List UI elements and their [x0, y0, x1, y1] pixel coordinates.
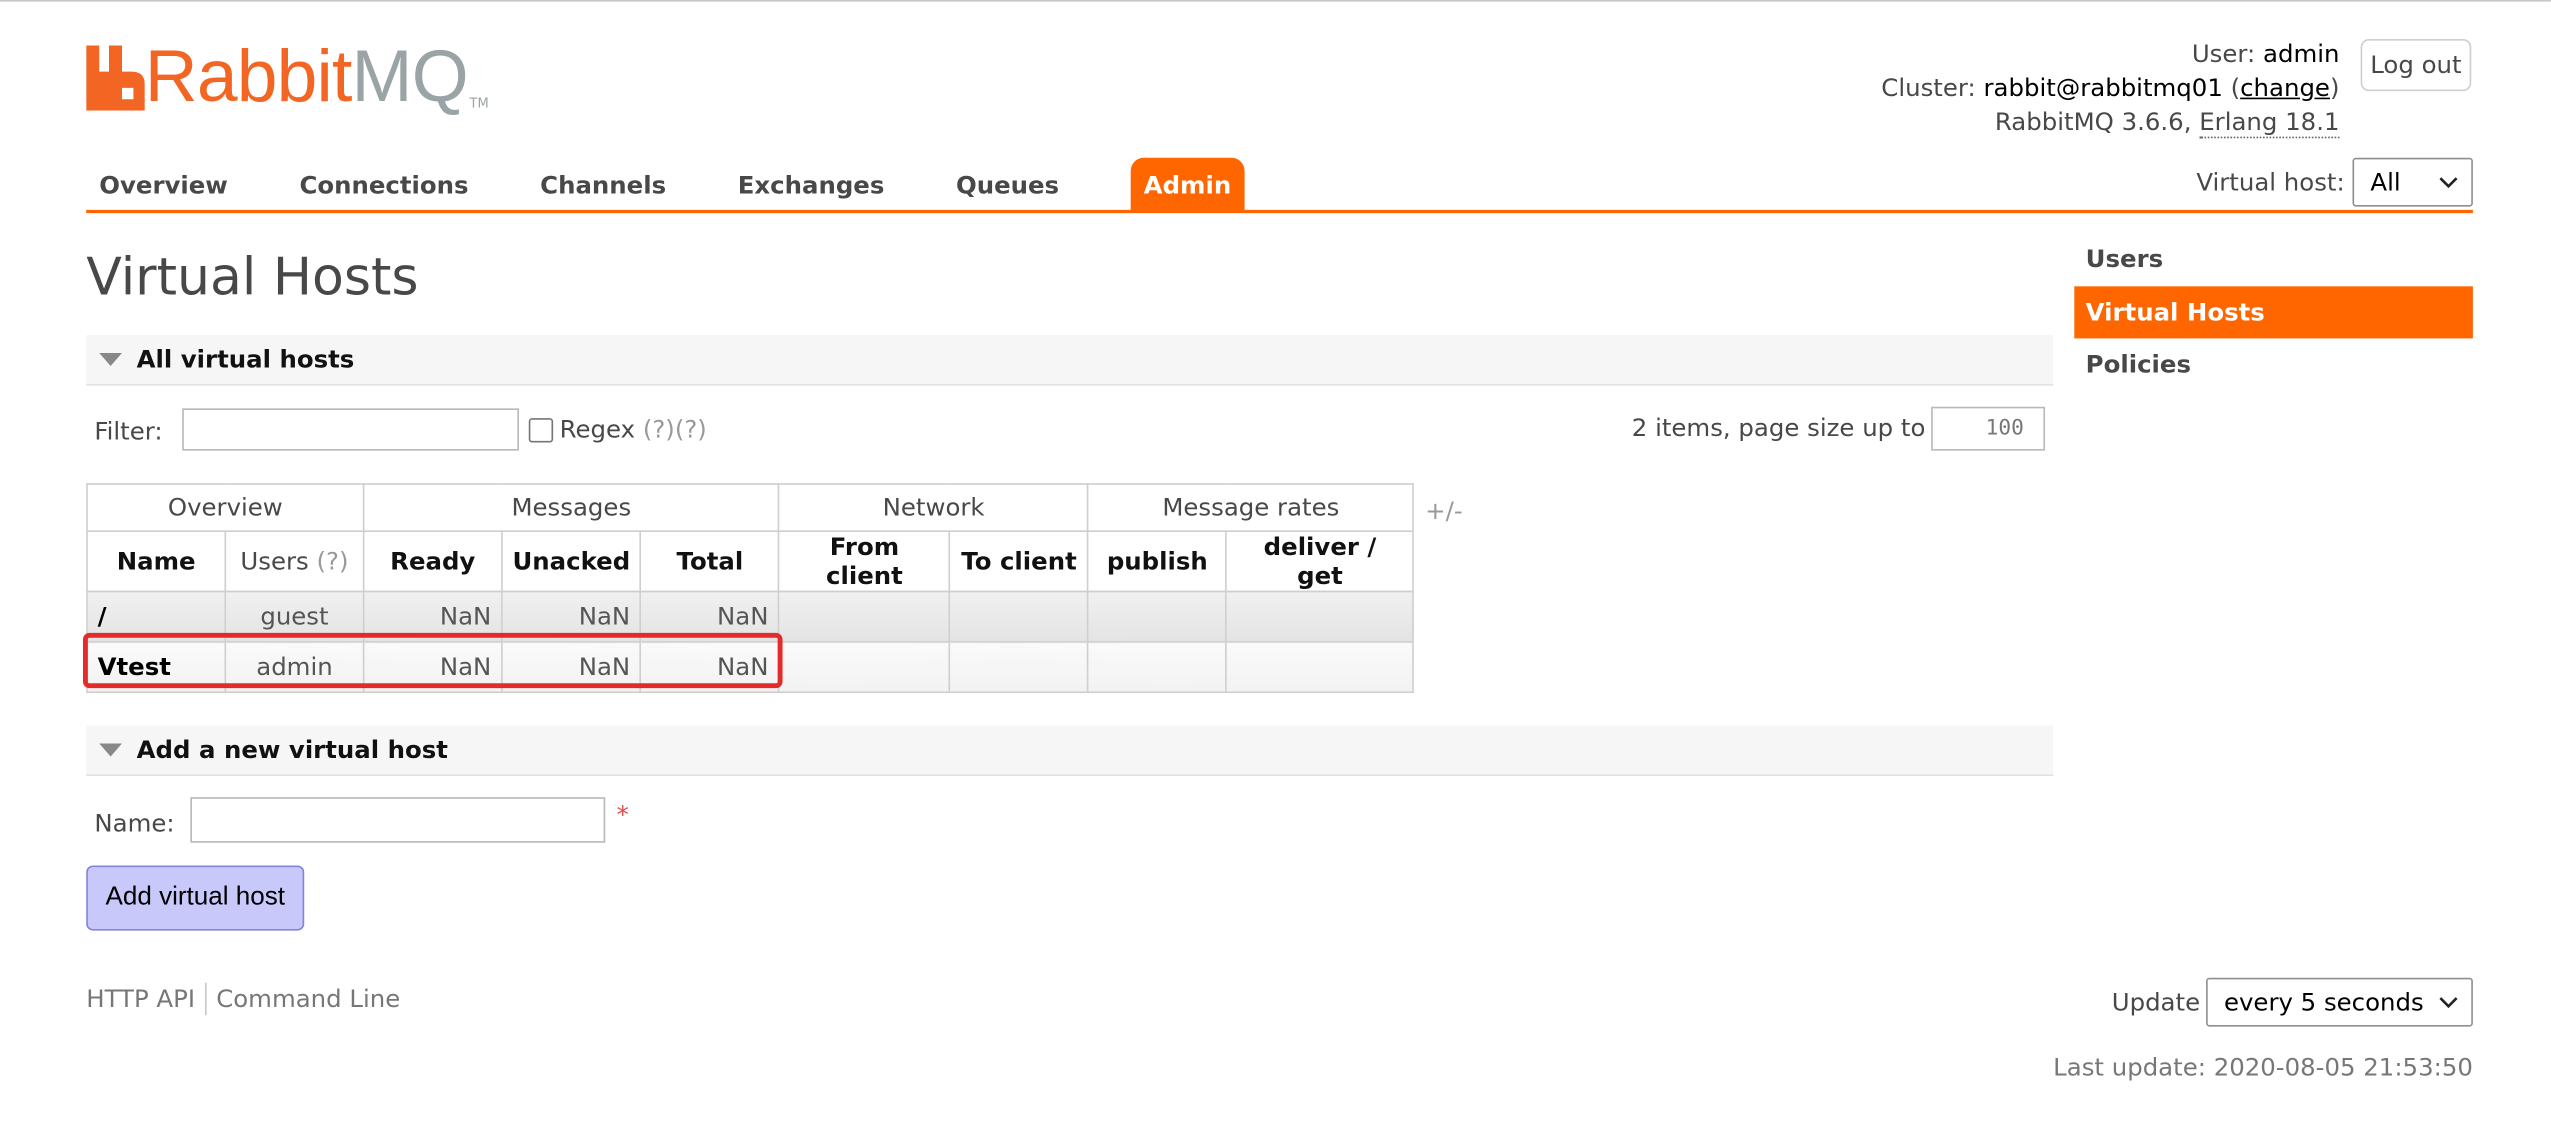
- col-publish: publish: [1087, 530, 1228, 593]
- table-group-header: Overview Messages Network Message rates: [86, 483, 1415, 532]
- col-ready: Ready: [362, 530, 503, 593]
- tab-queues[interactable]: Queues: [943, 158, 1072, 212]
- command-line-link[interactable]: Command Line: [216, 984, 400, 1013]
- sidebar-item-virtual-hosts[interactable]: Virtual Hosts: [2074, 286, 2473, 339]
- footer-divider: [204, 982, 207, 1016]
- virtual-host-select[interactable]: All: [2352, 157, 2473, 207]
- section-title: All virtual hosts: [136, 344, 355, 375]
- col-users: Users (?): [224, 530, 365, 593]
- section-title: Add a new virtual host: [136, 735, 448, 765]
- all-virtual-hosts-section-header[interactable]: All virtual hosts: [86, 335, 2054, 386]
- col-users-label: Users: [240, 546, 309, 576]
- tab-exchanges[interactable]: Exchanges: [725, 158, 898, 212]
- filter-input[interactable]: [182, 408, 519, 451]
- regex-label: Regex (?)(?): [560, 415, 707, 444]
- triangle-down-icon: [99, 353, 123, 367]
- page-size-input[interactable]: 100: [1931, 406, 2046, 451]
- user-name: admin: [2263, 39, 2340, 69]
- sidebar-item-policies[interactable]: Policies: [2074, 338, 2473, 390]
- tab-overview[interactable]: Overview: [86, 158, 241, 212]
- group-messages: Messages: [362, 483, 780, 532]
- rabbitmq-logo: RabbitMQ TM: [86, 39, 489, 113]
- col-total: Total: [639, 530, 780, 593]
- update-interval-value: every 5 seconds: [2223, 987, 2424, 1017]
- col-name[interactable]: Name: [86, 530, 227, 593]
- tab-connections[interactable]: Connections: [286, 158, 481, 212]
- nav-underline: [86, 209, 2473, 214]
- add-virtual-host-section-header[interactable]: Add a new virtual host: [86, 725, 2054, 777]
- tab-admin[interactable]: Admin: [1130, 157, 1245, 212]
- vhost-from-client: [778, 640, 951, 694]
- user-label: User:: [2191, 39, 2256, 69]
- chevron-down-icon: [2439, 997, 2458, 1009]
- vhost-publish: [1087, 640, 1228, 694]
- col-unacked: Unacked: [501, 530, 642, 593]
- table-column-header: Name Users (?) Ready Unacked Total From …: [86, 530, 1415, 593]
- required-marker: *: [616, 800, 629, 830]
- last-update-text: Last update: 2020-08-05 21:53:50: [2053, 1052, 2473, 1082]
- footer-links: HTTP API Command Line: [86, 982, 400, 1016]
- update-label: Update: [2111, 987, 2201, 1017]
- logo-mq-text: MQ: [351, 34, 469, 118]
- users-help-link[interactable]: (?): [317, 547, 349, 576]
- group-message-rates: Message rates: [1087, 483, 1415, 532]
- regex-text: Regex: [559, 414, 636, 445]
- update-interval-select[interactable]: every 5 seconds: [2206, 977, 2473, 1027]
- sidebar-item-users[interactable]: Users: [2074, 233, 2473, 285]
- cluster-label: Cluster:: [1881, 73, 1976, 103]
- add-virtual-host-button[interactable]: Add virtual host: [86, 865, 305, 931]
- group-overview: Overview: [86, 483, 365, 532]
- row-highlight-box: [82, 632, 783, 689]
- vhost-publish: [1087, 590, 1228, 643]
- change-cluster-link[interactable]: change: [2240, 73, 2330, 102]
- virtual-host-label: Virtual host:: [2196, 167, 2345, 197]
- regex-help-link-2[interactable]: (?): [675, 415, 707, 444]
- group-network: Network: [778, 483, 1089, 532]
- items-count-label: 2 items, page size up to: [1631, 413, 1926, 443]
- page-title: Virtual Hosts: [86, 245, 419, 308]
- cluster-line: Cluster: rabbit@rabbitmq01 (change): [1881, 73, 2340, 103]
- vhost-deliver-get: [1225, 590, 1415, 643]
- vhost-to-client: [949, 590, 1089, 643]
- header-info: User: admin Cluster: rabbit@rabbitmq01 (…: [1881, 37, 2340, 140]
- chevron-down-icon: [2439, 177, 2458, 189]
- tab-channels[interactable]: Channels: [527, 158, 679, 212]
- user-line: User: admin: [1881, 37, 2340, 71]
- column-toggle-link[interactable]: +/-: [1425, 496, 1462, 525]
- vhost-to-client: [949, 640, 1089, 694]
- col-from-client: From client: [778, 530, 951, 593]
- http-api-link[interactable]: HTTP API: [86, 984, 195, 1013]
- cluster-name: rabbit@rabbitmq01: [1983, 73, 2223, 103]
- regex-help-link-1[interactable]: (?): [643, 415, 675, 444]
- vhost-from-client: [778, 590, 951, 643]
- vhost-deliver-get: [1225, 640, 1415, 694]
- rabbitmq-logo-icon: [86, 45, 145, 111]
- logo-rabbit-text: Rabbit: [144, 34, 353, 118]
- filter-label: Filter:: [94, 416, 163, 446]
- erlang-version: Erlang 18.1: [2199, 107, 2340, 139]
- virtual-host-value: All: [2370, 167, 2401, 197]
- logo-trademark: TM: [469, 95, 489, 111]
- col-deliver-get: deliver / get: [1225, 530, 1415, 593]
- triangle-down-icon: [99, 743, 123, 757]
- vhost-name-label: Name:: [94, 808, 175, 838]
- rabbitmq-version: RabbitMQ 3.6.6,: [1994, 107, 2192, 137]
- main-nav: Overview Connections Channels Exchanges …: [86, 157, 1290, 212]
- vhost-name-input[interactable]: [190, 797, 606, 843]
- col-to-client: To client: [949, 530, 1089, 593]
- version-line: RabbitMQ 3.6.6, Erlang 18.1: [1881, 106, 2340, 140]
- regex-checkbox[interactable]: [528, 418, 554, 443]
- logout-button[interactable]: Log out: [2360, 39, 2472, 92]
